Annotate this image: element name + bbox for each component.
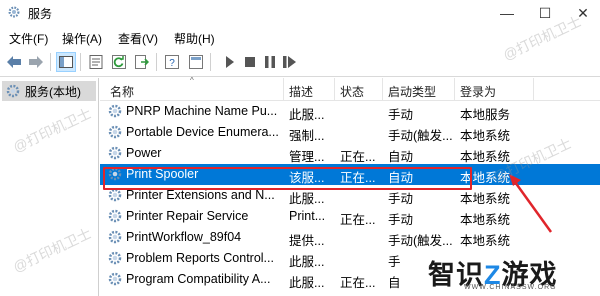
start-service-icon[interactable] xyxy=(220,52,240,72)
export-list-icon[interactable] xyxy=(132,52,152,72)
pause-service-icon[interactable] xyxy=(260,52,280,72)
brand-url: WWW.CHINASSW.ORG xyxy=(464,284,557,291)
table-header: ^ 名称 描述 状态 启动类型 登录为 xyxy=(100,76,600,101)
tree-item-services-local[interactable]: 服务(本地) xyxy=(2,81,96,101)
service-name: Printer Extensions and N... xyxy=(126,188,275,202)
table-row[interactable]: Portable Device Enumera... 强制... 手动(触发... 本… xyxy=(100,122,600,143)
restart-service-icon[interactable] xyxy=(280,52,300,72)
service-description: 强制... xyxy=(289,129,325,143)
menu-help[interactable]: 帮助(H) xyxy=(174,30,215,47)
sort-caret-icon: ^ xyxy=(190,76,194,85)
toolbar-separator xyxy=(210,53,211,71)
menu-action[interactable]: 操作(A) xyxy=(62,30,102,47)
service-gear-icon xyxy=(107,103,123,119)
service-description: 此服... xyxy=(289,255,325,269)
service-gear-icon xyxy=(107,124,123,140)
highlight-box xyxy=(103,167,472,190)
service-description: 此服... xyxy=(289,192,325,206)
toolbar-separator xyxy=(50,53,51,71)
console-view-icon[interactable] xyxy=(186,52,206,72)
back-arrow-icon[interactable] xyxy=(4,52,24,72)
service-logon-as: 本地服务 xyxy=(460,108,511,122)
service-name: Program Compatibility A... xyxy=(126,272,271,286)
service-gear-icon xyxy=(107,250,123,266)
service-description: 管理... xyxy=(289,150,325,164)
column-header-logon-as[interactable]: 登录为 xyxy=(460,83,496,100)
service-startup-type: 手动 xyxy=(388,108,414,122)
toolbar-separator xyxy=(80,53,81,71)
column-divider[interactable] xyxy=(533,78,534,100)
forward-arrow-icon[interactable] xyxy=(26,52,46,72)
refresh-icon[interactable] xyxy=(109,52,129,72)
service-gear-icon xyxy=(107,271,123,287)
properties-icon[interactable] xyxy=(86,52,106,72)
service-name: PrintWorkflow_89f04 xyxy=(126,230,242,244)
title-bar: 服务 — ☐ ✕ xyxy=(0,0,600,26)
service-startup-type: 手动 xyxy=(388,213,414,227)
column-divider[interactable] xyxy=(283,78,284,100)
service-description: 此服... xyxy=(289,276,325,290)
column-header-description[interactable]: 描述 xyxy=(289,83,313,100)
column-divider[interactable] xyxy=(382,78,383,100)
column-divider[interactable] xyxy=(334,78,335,100)
service-status: 正在... xyxy=(340,276,376,290)
tree-item-label: 服务(本地) xyxy=(25,84,81,99)
service-description: 此服... xyxy=(289,108,325,122)
service-name: PNRP Machine Name Pu... xyxy=(126,104,278,118)
service-startup-type: 自动 xyxy=(388,150,414,164)
service-gear-icon xyxy=(107,208,123,224)
service-name: Problem Reports Control... xyxy=(126,251,274,265)
window-title: 服务 xyxy=(28,7,53,21)
services-gear-icon xyxy=(6,84,20,98)
stop-service-icon[interactable] xyxy=(240,52,260,72)
service-name: Portable Device Enumera... xyxy=(126,125,279,139)
column-header-startup-type[interactable]: 启动类型 xyxy=(388,83,436,100)
show-hide-tree-icon[interactable] xyxy=(56,52,76,72)
service-description: Print... xyxy=(289,209,326,223)
service-startup-type: 手动 xyxy=(388,192,414,206)
service-logon-as: 本地系统 xyxy=(460,129,511,143)
service-status: 正在... xyxy=(340,150,376,164)
service-name: Printer Repair Service xyxy=(126,209,249,223)
brand-logo: 智识Z游戏 WWW.CHINASSW.ORG xyxy=(410,251,600,296)
services-gear-icon xyxy=(8,6,20,18)
menu-view[interactable]: 查看(V) xyxy=(118,30,158,47)
service-name: Power xyxy=(126,146,162,160)
service-startup-type: 手动(触发... xyxy=(388,234,453,248)
help-icon[interactable]: ? xyxy=(162,52,182,72)
column-header-name[interactable]: 名称 xyxy=(110,83,134,100)
column-divider[interactable] xyxy=(454,78,455,100)
column-header-status[interactable]: 状态 xyxy=(340,83,364,100)
service-gear-icon xyxy=(107,145,123,161)
svg-text:?: ? xyxy=(169,58,175,69)
service-startup-type: 手动(触发... xyxy=(388,129,453,143)
toolbar-separator xyxy=(156,53,157,71)
service-description: 提供... xyxy=(289,234,325,248)
service-status: 正在... xyxy=(340,213,376,227)
service-gear-icon xyxy=(107,229,123,245)
menu-file[interactable]: 文件(F) xyxy=(9,30,48,47)
table-row[interactable]: PNRP Machine Name Pu... 此服... 手动 本地服务 xyxy=(100,101,600,122)
